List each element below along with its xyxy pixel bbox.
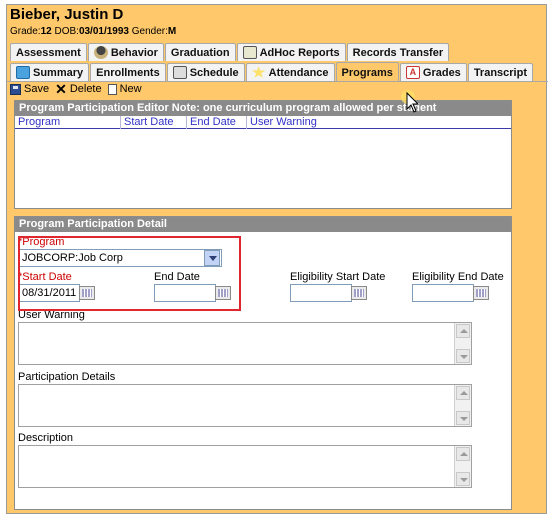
column-header-end-date[interactable]: End Date — [187, 116, 247, 129]
mouse-pointer-icon — [401, 90, 420, 113]
student-info: Grade:12 DOB:03/01/1993 Gender:M — [10, 26, 176, 37]
save-button[interactable]: Save — [10, 83, 49, 95]
gender-label: Gender: — [131, 26, 168, 37]
tab-grades[interactable]: A Grades — [399, 63, 467, 81]
behavior-icon — [93, 46, 108, 59]
scroll-up-icon[interactable] — [456, 324, 470, 338]
scrollbar[interactable] — [454, 385, 471, 426]
tab-label: Programs — [341, 66, 393, 79]
scroll-down-icon[interactable] — [456, 472, 470, 486]
tab-attendance[interactable]: Attendance — [245, 63, 335, 81]
delete-icon: ✕ — [55, 80, 67, 97]
tab-label: Attendance — [268, 66, 329, 79]
dob-label: DOB: — [54, 26, 79, 37]
tab-label: Records Transfer — [352, 46, 444, 59]
eligibility-end-date-label: Eligibility End Date — [412, 271, 504, 283]
save-label: Save — [24, 83, 50, 95]
detail-panel-title: Program Participation Detail — [15, 217, 511, 232]
tab-schedule[interactable]: Schedule — [166, 63, 245, 81]
schedule-icon — [172, 66, 187, 79]
column-header-start-date[interactable]: Start Date — [121, 116, 187, 129]
eligibility-end-date-field[interactable] — [412, 284, 474, 302]
tab-transcript[interactable]: Transcript — [467, 63, 533, 81]
eligibility-start-date-label: Eligibility Start Date — [290, 271, 386, 283]
editor-panel-title: Program Participation Editor Note: one c… — [15, 101, 511, 116]
tab-behavior[interactable]: Behavior — [87, 43, 164, 61]
participation-details-textarea[interactable] — [18, 384, 472, 427]
new-label: New — [119, 83, 142, 95]
adhoc-reports-icon — [242, 46, 257, 59]
grade-label: Grade: — [10, 26, 41, 37]
tab-label: Graduation — [170, 46, 230, 59]
grades-icon: A — [405, 66, 420, 79]
tab-adhoc-reports[interactable]: AdHoc Reports — [236, 43, 346, 61]
tab-assessment[interactable]: Assessment — [10, 43, 87, 61]
eligibility-start-date-field[interactable] — [290, 284, 352, 302]
new-document-icon — [107, 83, 117, 95]
dob-value: 03/01/1993 — [78, 26, 129, 37]
save-icon — [10, 83, 21, 95]
column-header-program[interactable]: Program — [15, 116, 121, 129]
new-button[interactable]: New — [107, 83, 142, 95]
attendance-icon — [251, 66, 266, 78]
scrollbar[interactable] — [454, 446, 471, 487]
scroll-down-icon[interactable] — [456, 411, 470, 425]
required-fields-highlight — [18, 236, 241, 311]
program-participation-editor: Program Participation Editor Note: one c… — [14, 100, 512, 209]
tab-label: Transcript — [473, 66, 527, 79]
calendar-icon[interactable] — [351, 286, 367, 300]
tab-row-2: Summary Enrollments Schedule Attendance … — [10, 62, 534, 82]
tab-label: Assessment — [16, 46, 81, 59]
grade-value: 12 — [40, 26, 52, 37]
tab-graduation[interactable]: Graduation — [164, 43, 236, 61]
user-warning-textarea[interactable] — [18, 322, 472, 365]
tab-enrollments[interactable]: Enrollments — [90, 63, 166, 81]
scrollbar[interactable] — [454, 323, 471, 364]
column-header-user-warning[interactable]: User Warning — [247, 116, 513, 129]
tab-label: Enrollments — [96, 66, 160, 79]
gender-value: M — [167, 26, 177, 37]
description-textarea[interactable] — [18, 445, 472, 488]
scroll-up-icon[interactable] — [456, 386, 470, 400]
tab-label: Grades — [422, 66, 461, 79]
tab-row-1: Assessment Behavior Graduation AdHoc Rep… — [10, 43, 450, 61]
participation-details-label: Participation Details — [18, 371, 116, 383]
summary-icon — [16, 66, 30, 79]
student-record-window: Bieber, Justin D Grade:12 DOB:03/01/1993… — [0, 0, 554, 518]
tab-label: Behavior — [110, 46, 158, 59]
student-name: Bieber, Justin D — [10, 6, 124, 23]
toolbar: Save ✕ Delete New — [10, 80, 148, 97]
scroll-up-icon[interactable] — [456, 447, 470, 461]
tab-label: Schedule — [189, 66, 239, 79]
tab-label: Summary — [33, 66, 84, 79]
description-label: Description — [18, 432, 74, 444]
tab-programs[interactable]: Programs — [335, 62, 399, 82]
student-record-frame: Bieber, Justin D Grade:12 DOB:03/01/1993… — [6, 4, 548, 514]
tab-records-transfer[interactable]: Records Transfer — [346, 43, 450, 61]
delete-button[interactable]: ✕ Delete — [55, 80, 102, 97]
tab-label: AdHoc Reports — [259, 46, 340, 59]
grid-header: Program Start Date End Date User Warning — [15, 116, 511, 129]
calendar-icon[interactable] — [473, 286, 489, 300]
delete-label: Delete — [69, 83, 102, 95]
tab-strip-divider — [7, 81, 548, 82]
tab-summary[interactable]: Summary — [10, 63, 90, 81]
scroll-down-icon[interactable] — [456, 349, 470, 363]
